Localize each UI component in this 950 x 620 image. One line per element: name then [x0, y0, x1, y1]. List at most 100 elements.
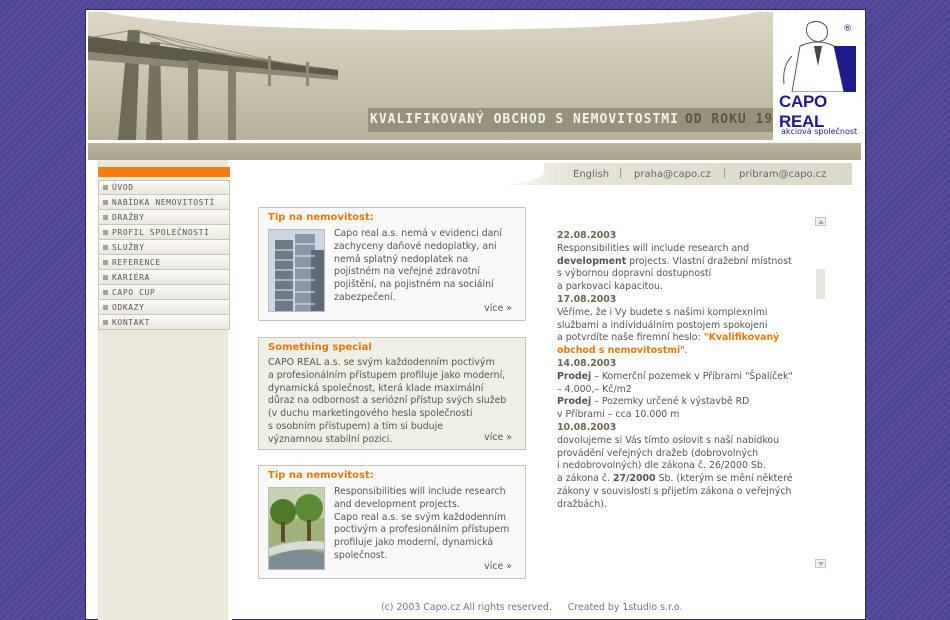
news-line: Věříme, že i Vy budete s našimi komplexn…	[557, 306, 768, 318]
english-link[interactable]: English	[573, 169, 609, 180]
news-item: 14.08.2003 Prodej – Komerční pozemek v P…	[557, 358, 817, 422]
news-line: a potvrdíte naše firemní heslo: "Kvalifi…	[557, 332, 817, 345]
scroll-up-icon[interactable]	[815, 217, 826, 226]
news-bold: 27/2000	[613, 473, 656, 485]
more-label: více	[484, 432, 504, 443]
tip-box-1: Tip na nemovitost: Capo real a.s. nemá v…	[258, 207, 526, 321]
menu-item-odkazy[interactable]: ODKAZY	[98, 300, 230, 315]
more-link[interactable]: více»	[484, 561, 512, 572]
box-text-line: zabezpečení.	[334, 291, 396, 303]
menu-item-capo-cup[interactable]: CAPO CUP	[98, 285, 230, 300]
praha-email-link[interactable]: praha@capo.cz	[634, 169, 711, 180]
company-logo[interactable]: ® CAPO REAL akciová společnost	[774, 12, 860, 140]
news-bold: development	[557, 255, 627, 267]
slogan-main: KVALIFIKOVANÝ OBCHOD S NEMOVITOSTMI	[370, 112, 679, 127]
box-text-line: (v duchu marketingového hesla společnost…	[268, 408, 473, 420]
news-text: – Komerční pozemek v Příbrami "Špalíček"	[591, 370, 793, 382]
news-item: 22.08.2003 Responsibilities will include…	[557, 230, 817, 294]
news-line: Responsibilities will include research a…	[557, 242, 750, 254]
scroll-down-icon[interactable]	[815, 559, 826, 568]
news-item: 17.08.2003 Věříme, že i Vy budete s naši…	[557, 294, 817, 358]
news-text: Sb. (kterým se mění některé	[655, 473, 793, 485]
main-menu: ÚVOD NABÍDKA NEMOVITOSTÍ DRAŽBY PROFIL S…	[98, 180, 230, 330]
menu-item-kontakt[interactable]: KONTAKT	[98, 315, 230, 330]
box-text-line: dynamická společnost, která klade maximá…	[268, 382, 484, 394]
box-text-line: Capo real a.s. nemá v evidenci daní	[334, 228, 502, 239]
news-date: 22.08.2003	[557, 230, 617, 241]
box-text-line: důraz na odbornost a seriózní přístup sv…	[268, 395, 507, 407]
copyright: (c) 2003 Capo.cz All rights reserved.	[381, 602, 552, 613]
menu-item-label: REFERENCE	[112, 257, 161, 267]
news-date: 10.08.2003	[557, 421, 617, 433]
menu-item-label: KONTAKT	[112, 317, 150, 327]
slogan-highlight: "Kvalifikovaný	[703, 332, 780, 344]
scrollbar-thumb[interactable]	[816, 269, 825, 299]
menu-item-drazby[interactable]: DRAŽBY	[98, 210, 230, 225]
box-text-line: pojištění, na pojistném na sociální	[334, 279, 494, 291]
menu-item-label: ÚVOD	[112, 183, 134, 192]
pribram-email-link[interactable]: pribram@capo.cz	[739, 169, 826, 180]
menu-item-label: KARIÉRA	[112, 272, 150, 282]
news-text: a zákona č.	[557, 473, 614, 485]
menu-item-profil[interactable]: PROFIL SPOLEČNOSTI	[98, 225, 230, 240]
bullet-icon	[103, 185, 108, 190]
news-text: projects. Vlastní dražební místnost	[626, 255, 792, 267]
box-text-line: nemá splatný nedoplatek na	[334, 253, 469, 265]
bullet-icon	[103, 259, 108, 265]
nav-separator: |	[619, 168, 623, 179]
header-banner: KVALIFIKOVANÝ OBCHOD S NEMOVITOSTMI OD RO…	[88, 12, 773, 140]
special-box: Something special CAPO REAL a.s. se svým…	[258, 337, 526, 450]
news-text: a potvrdíte naše firemní heslo:	[557, 332, 704, 344]
box-text-line: Capo real a.s. se svým každodenním	[334, 511, 506, 523]
news-text: ".	[680, 345, 688, 357]
box-text-line: Responsibilities will include research	[334, 486, 506, 497]
news-line: provádění veřejných dražeb (dobrovolných	[557, 447, 759, 459]
top-nav: English | praha@capo.cz | pribram@capo.c…	[232, 163, 852, 185]
news-line: Prodej – Pozemky určené k výstavbě RD	[557, 396, 817, 409]
menu-accent-bar	[98, 167, 230, 177]
menu-item-sluzby[interactable]: SLUŽBY	[98, 240, 230, 255]
box-text-line: poctivým a profesionálním přístupem	[334, 524, 510, 536]
more-link[interactable]: více»	[484, 432, 512, 443]
slogan-highlight: obchod s nemovitostmi	[557, 345, 681, 357]
menu-item-label: DRAŽBY	[112, 212, 145, 222]
box-title: Tip na nemovitost:	[268, 470, 374, 481]
box-text: Capo real a.s. nemá v evidenci daní zach…	[334, 228, 502, 305]
footer: (c) 2003 Capo.cz All rights reserved. Cr…	[381, 602, 695, 613]
logo-subtitle: akciová společnost	[781, 127, 858, 136]
news-line: – 4.000,– Kč/m2	[557, 383, 632, 395]
menu-item-label: CAPO CUP	[112, 287, 156, 297]
credit-link[interactable]: Created by 1studio s.r.o.	[568, 602, 683, 613]
menu-item-label: ODKAZY	[112, 302, 145, 312]
menu-item-kariera[interactable]: KARIÉRA	[98, 270, 230, 285]
menu-item-uvod[interactable]: ÚVOD	[98, 180, 230, 195]
park-photo	[268, 487, 325, 570]
bullet-icon	[103, 199, 108, 205]
header-divider	[88, 143, 861, 160]
menu-item-label: SLUŽBY	[112, 242, 145, 252]
menu-item-label: PROFIL SPOLEČNOSTI	[112, 227, 210, 237]
news-bold: Prodej	[557, 396, 592, 408]
slogan: KVALIFIKOVANÝ OBCHOD S NEMOVITOSTMI OD RO…	[370, 112, 773, 127]
news-line: Prodej – Komerční pozemek v Příbrami "Šp…	[557, 371, 817, 384]
double-arrow-icon: »	[506, 303, 512, 314]
news-line: zákony v souvislosti s přijetím zákona o…	[557, 485, 792, 497]
bullet-icon	[103, 244, 108, 250]
box-text-line: pojistném na veřejné zdravotní	[334, 266, 480, 278]
box-title: Something special	[268, 342, 372, 353]
bullet-icon	[103, 229, 108, 235]
menu-item-nabidka[interactable]: NABÍDKA NEMOVITOSTÍ	[98, 195, 230, 210]
more-link[interactable]: více»	[484, 303, 512, 314]
menu-item-reference[interactable]: REFERENCE	[98, 255, 230, 270]
news-line: s výbornou dopravní dostupností	[557, 268, 712, 280]
news-line: dovolujeme si Vás tímto oslovit s naší n…	[557, 434, 780, 446]
news-bold: Prodej	[557, 370, 592, 382]
box-text-line: s osobním přístupem) a tím si buduje	[268, 420, 443, 432]
bullet-icon	[103, 214, 108, 220]
box-text-line: profiluje jako moderní, dynamická	[334, 537, 494, 549]
logo-name: CAPO REAL	[779, 92, 827, 131]
menu-item-label: NABÍDKA NEMOVITOSTÍ	[112, 197, 215, 207]
news-line: development projects. Vlastní dražební m…	[557, 256, 817, 269]
registered-mark: ®	[843, 24, 852, 34]
more-label: více	[484, 303, 504, 314]
